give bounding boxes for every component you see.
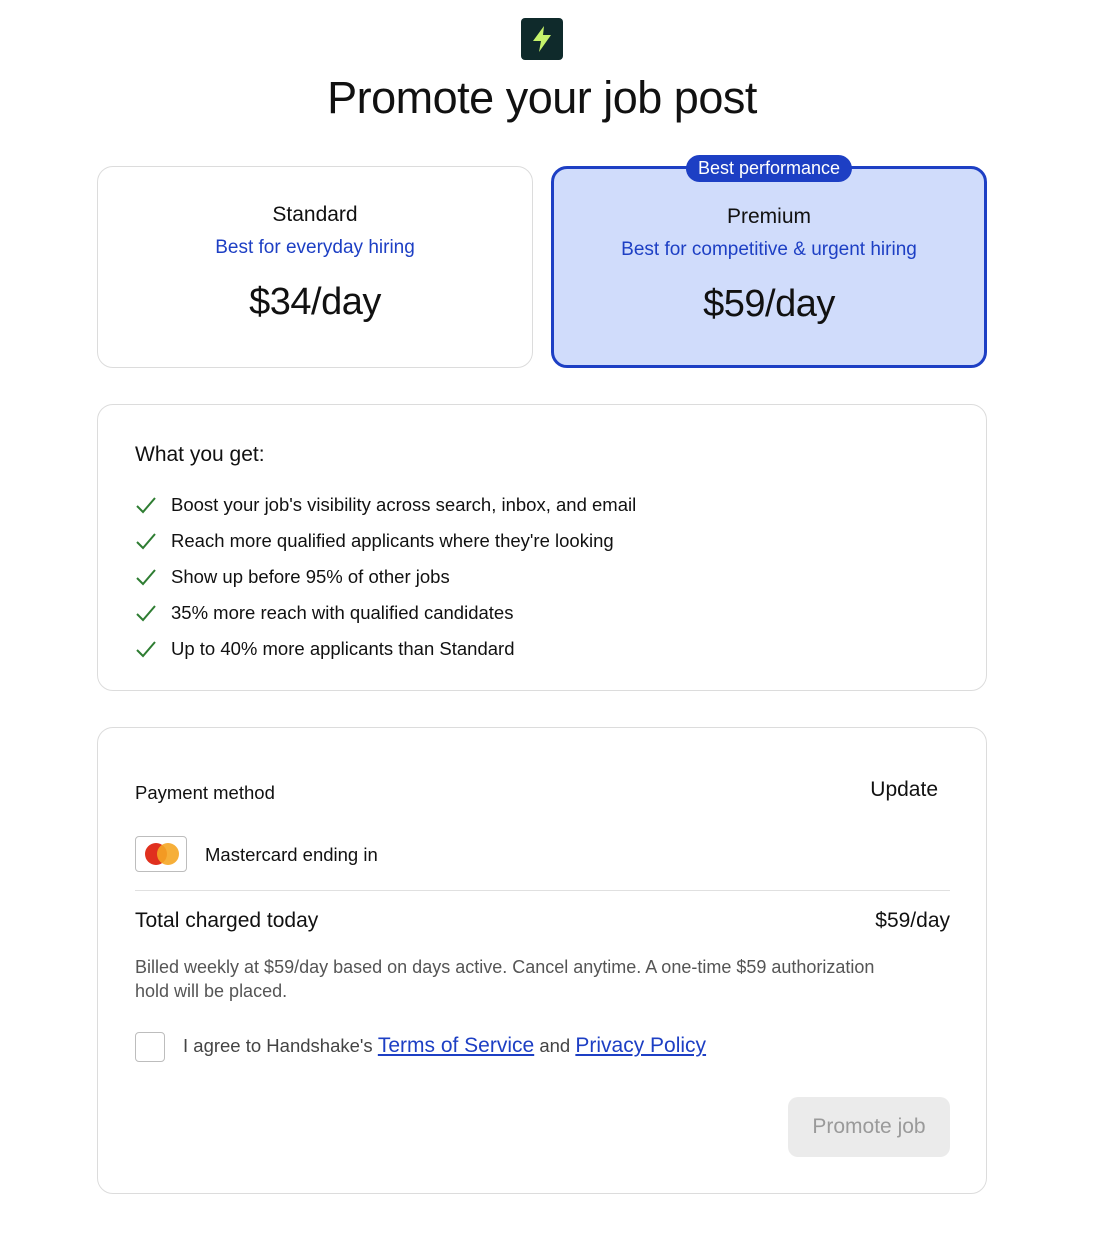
lightning-bolt-icon: [533, 26, 551, 52]
checkmark-icon: [136, 497, 156, 514]
list-item: 35% more reach with qualified candidates: [135, 595, 636, 631]
page-title: Promote your job post: [327, 72, 757, 123]
plan-card-standard[interactable]: Standard Best for everyday hiring $34/da…: [97, 166, 533, 368]
mastercard-icon: [135, 836, 187, 872]
payment-method-label: Payment method: [135, 782, 275, 803]
benefits-list: Boost your job's visibility across searc…: [135, 487, 636, 667]
list-item: Boost your job's visibility across searc…: [135, 487, 636, 523]
best-performance-badge: Best performance: [685, 155, 853, 182]
billing-note: Billed weekly at $59/day based on days a…: [135, 957, 875, 1001]
checkmark-icon: [136, 533, 156, 550]
benefits-card: What you get: Boost your job's visibilit…: [97, 404, 987, 691]
plan-tagline: Best for everyday hiring: [215, 237, 415, 258]
agree-prefix: I agree to Handshake's: [183, 1035, 373, 1056]
plan-tagline: Best for competitive & urgent hiring: [621, 239, 917, 260]
checkmark-icon: [136, 641, 156, 658]
card-description: Mastercard ending in: [205, 844, 378, 865]
list-item: Reach more qualified applicants where th…: [135, 523, 636, 559]
total-value: $59/day: [875, 909, 950, 932]
benefit-text: 35% more reach with qualified candidates: [171, 602, 514, 623]
terms-of-service-link[interactable]: Terms of Service: [378, 1034, 534, 1057]
update-payment-button[interactable]: Update: [870, 778, 938, 802]
agree-text: I agree to Handshake's Terms of Service …: [183, 1034, 706, 1058]
benefits-heading: What you get:: [135, 443, 265, 466]
divider: [135, 890, 950, 891]
checkmark-icon: [136, 605, 156, 622]
plan-name: Standard: [272, 203, 358, 226]
benefit-text: Boost your job's visibility across searc…: [171, 494, 637, 515]
plan-name: Premium: [726, 205, 811, 228]
list-item: Up to 40% more applicants than Standard: [135, 631, 636, 667]
checkmark-icon: [136, 569, 156, 586]
benefit-text: Reach more qualified applicants where th…: [171, 530, 614, 551]
privacy-policy-link[interactable]: Privacy Policy: [575, 1034, 706, 1057]
agree-and: and: [539, 1035, 571, 1056]
logo: [521, 18, 563, 60]
plan-price: $34/day: [249, 281, 381, 323]
total-label: Total charged today: [135, 909, 319, 932]
agree-checkbox[interactable]: [135, 1032, 165, 1062]
benefit-text: Show up before 95% of other jobs: [171, 566, 450, 587]
list-item: Show up before 95% of other jobs: [135, 559, 636, 595]
benefit-text: Up to 40% more applicants than Standard: [171, 638, 515, 659]
promote-job-button[interactable]: Promote job: [788, 1097, 950, 1157]
plan-price: $59/day: [703, 283, 835, 325]
payment-card: Payment method Update Mastercard ending …: [97, 727, 987, 1194]
plan-card-premium[interactable]: Best performance Premium Best for compet…: [551, 155, 987, 368]
